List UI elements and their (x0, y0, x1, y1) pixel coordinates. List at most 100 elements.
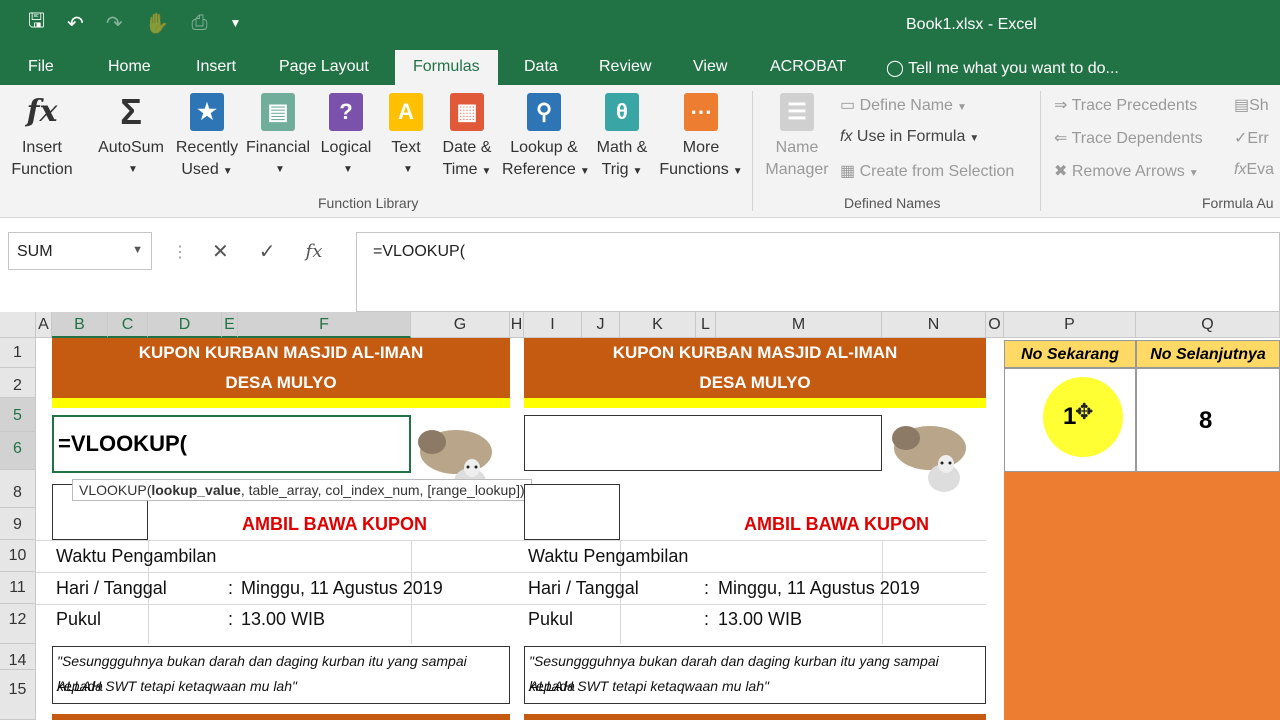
row-header-1[interactable]: 1 (0, 338, 36, 368)
show-formulas-button[interactable]: ▤Sh (1234, 95, 1269, 115)
redo-icon[interactable]: ↷ (106, 11, 123, 36)
name-box[interactable]: SUM ▼ (8, 232, 152, 270)
math-trig-button[interactable]: θ Math & Trig ▼ (590, 93, 654, 183)
print-preview-icon[interactable]: ⎙ (191, 12, 207, 35)
chevron-down-icon: ▼ (343, 164, 353, 175)
row-header-12[interactable]: 12 (0, 604, 36, 644)
row-header-8[interactable]: 8 (0, 470, 36, 508)
date-time-label-1: Date & (442, 139, 492, 156)
formula-bar-resize-handle[interactable]: ⋮ (172, 242, 188, 262)
column-header-i[interactable]: I (524, 312, 582, 338)
trace-dependents-icon: ⇐ (1054, 130, 1068, 147)
tooltip-arg-lookup-value[interactable]: lookup_value (151, 482, 240, 498)
lightbulb-icon: ◯ (886, 60, 904, 77)
row-header-15[interactable]: 15 (0, 670, 36, 720)
row-header-10[interactable]: 10 (0, 540, 36, 572)
recently-used-button[interactable]: ★ Recently Used ▼ (172, 93, 242, 183)
tab-acrobat[interactable]: ACROBAT (770, 58, 846, 76)
column-header-k[interactable]: K (620, 312, 696, 338)
no-sekarang-cell[interactable]: 1 ✥ (1004, 368, 1136, 472)
row-header-6[interactable]: 6 (0, 432, 36, 470)
vlookup-tooltip: VLOOKUP(lookup_value, table_array, col_i… (72, 479, 532, 501)
create-from-selection-button[interactable]: ▦ Create from Selection (840, 161, 1014, 181)
coupon-number-box-right[interactable] (524, 484, 620, 540)
fx-icon[interactable]: fx (306, 241, 323, 262)
row-header-9[interactable]: 9 (0, 508, 36, 540)
tell-me-search[interactable]: ◯ Tell me what you want to do... (886, 58, 1119, 78)
coupon-name-box-right[interactable] (524, 415, 882, 471)
save-icon[interactable]: 🖫 (28, 6, 45, 40)
pukul-label-right: Pukul (528, 609, 574, 629)
tab-data[interactable]: Data (524, 58, 558, 76)
tab-view[interactable]: View (693, 58, 727, 76)
column-header-c[interactable]: C (108, 312, 148, 338)
undo-icon[interactable]: ↶ (67, 11, 84, 36)
tab-review[interactable]: Review (599, 58, 651, 76)
insert-function-button[interactable]: fx Insert Function (8, 93, 76, 181)
column-header-e[interactable]: E (222, 312, 238, 338)
tab-formulas[interactable]: Formulas (395, 50, 498, 85)
enter-icon[interactable]: ✓ (259, 239, 276, 264)
column-header-m[interactable]: M (716, 312, 882, 338)
active-cell-b5[interactable]: =VLOOKUP( (52, 415, 411, 473)
column-header-j[interactable]: J (582, 312, 620, 338)
colon-left-1: : (228, 578, 234, 598)
name-manager-button[interactable]: ☰ Name Manager (762, 93, 832, 181)
group-separator (752, 91, 753, 211)
column-header-f[interactable]: F (238, 312, 411, 338)
use-in-formula-button[interactable]: fx Use in Formula ▼ (840, 128, 979, 146)
ribbon-formulas: fx Insert Function Σ AutoSum ▼ ★ Recentl… (0, 85, 1280, 218)
orange-fill-area (1004, 472, 1280, 720)
no-selanjutnya-cell[interactable]: 8 (1136, 368, 1280, 472)
remove-arrows-button[interactable]: ✖ Remove Arrows ▼ (1054, 161, 1199, 181)
logical-button[interactable]: ? Logical ▼ (316, 93, 376, 181)
no-selanjutnya-label[interactable]: No Selanjutnya (1136, 340, 1280, 368)
tell-me-text: Tell me what you want to do... (908, 60, 1119, 77)
row-header-11[interactable]: 11 (0, 572, 36, 604)
jam-value-right: 13.00 WIB (718, 609, 803, 629)
financial-button[interactable]: ▤ Financial ▼ (244, 93, 312, 181)
cow-goat-picture (892, 426, 966, 492)
column-header-g[interactable]: G (411, 312, 510, 338)
create-from-selection-label: Create from Selection (859, 163, 1015, 180)
column-header-o[interactable]: O (986, 312, 1004, 338)
column-header-q[interactable]: Q (1136, 312, 1280, 338)
column-header-a[interactable]: A (36, 312, 52, 338)
cancel-icon[interactable]: ✕ (212, 239, 229, 264)
text-button[interactable]: A Text ▼ (384, 93, 428, 181)
recently-used-label-2: Used (181, 161, 219, 178)
no-sekarang-label[interactable]: No Sekarang (1004, 340, 1136, 368)
autosum-button[interactable]: Σ AutoSum ▼ (92, 93, 170, 181)
column-header-p[interactable]: P (1004, 312, 1136, 338)
more-functions-label-1: More (682, 139, 720, 156)
more-functions-button[interactable]: ⋯ More Functions ▼ (656, 93, 746, 183)
tab-file[interactable]: File (28, 58, 54, 76)
column-header-h[interactable]: H (510, 312, 524, 338)
ribbon-tabs: File Home Insert Page Layout Formulas Da… (0, 50, 1280, 85)
column-header-d[interactable]: D (148, 312, 222, 338)
row-header-2[interactable]: 2 (0, 368, 36, 398)
define-name-button[interactable]: ▭ Define Name ▼ (840, 95, 967, 115)
chevron-down-icon[interactable]: ▼ (132, 244, 143, 256)
worksheet-grid[interactable]: A B C D E F G H I J K L M N O P Q 1 2 5 … (0, 312, 1280, 720)
date-time-button[interactable]: ▦ Date & Time ▼ (436, 93, 498, 183)
tab-insert[interactable]: Insert (196, 58, 236, 76)
error-checking-button[interactable]: ✓Err (1234, 128, 1269, 148)
lookup-reference-button[interactable]: ⚲ Lookup & Reference ▼ (502, 93, 590, 183)
column-header-n[interactable]: N (882, 312, 986, 338)
touch-mode-icon[interactable]: ✋ (145, 11, 170, 36)
chevron-down-icon: ▼ (969, 133, 980, 144)
evaluate-formula-button[interactable]: fxEva (1234, 161, 1274, 179)
jam-value-left: 13.00 WIB (241, 609, 326, 629)
trace-precedents-button[interactable]: ⇒ Trace Precedents (1054, 95, 1197, 115)
tab-home[interactable]: Home (108, 58, 151, 76)
row-header-14[interactable]: 14 (0, 644, 36, 670)
select-all-corner[interactable] (0, 312, 36, 338)
row-header-5[interactable]: 5 (0, 398, 36, 432)
column-header-b[interactable]: B (52, 312, 108, 338)
formula-input[interactable]: =VLOOKUP( (356, 232, 1280, 312)
column-header-l[interactable]: L (696, 312, 716, 338)
tab-page-layout[interactable]: Page Layout (279, 58, 369, 76)
trace-dependents-button[interactable]: ⇐ Trace Dependents (1054, 128, 1203, 148)
customize-icon[interactable]: ▼ (229, 16, 241, 30)
